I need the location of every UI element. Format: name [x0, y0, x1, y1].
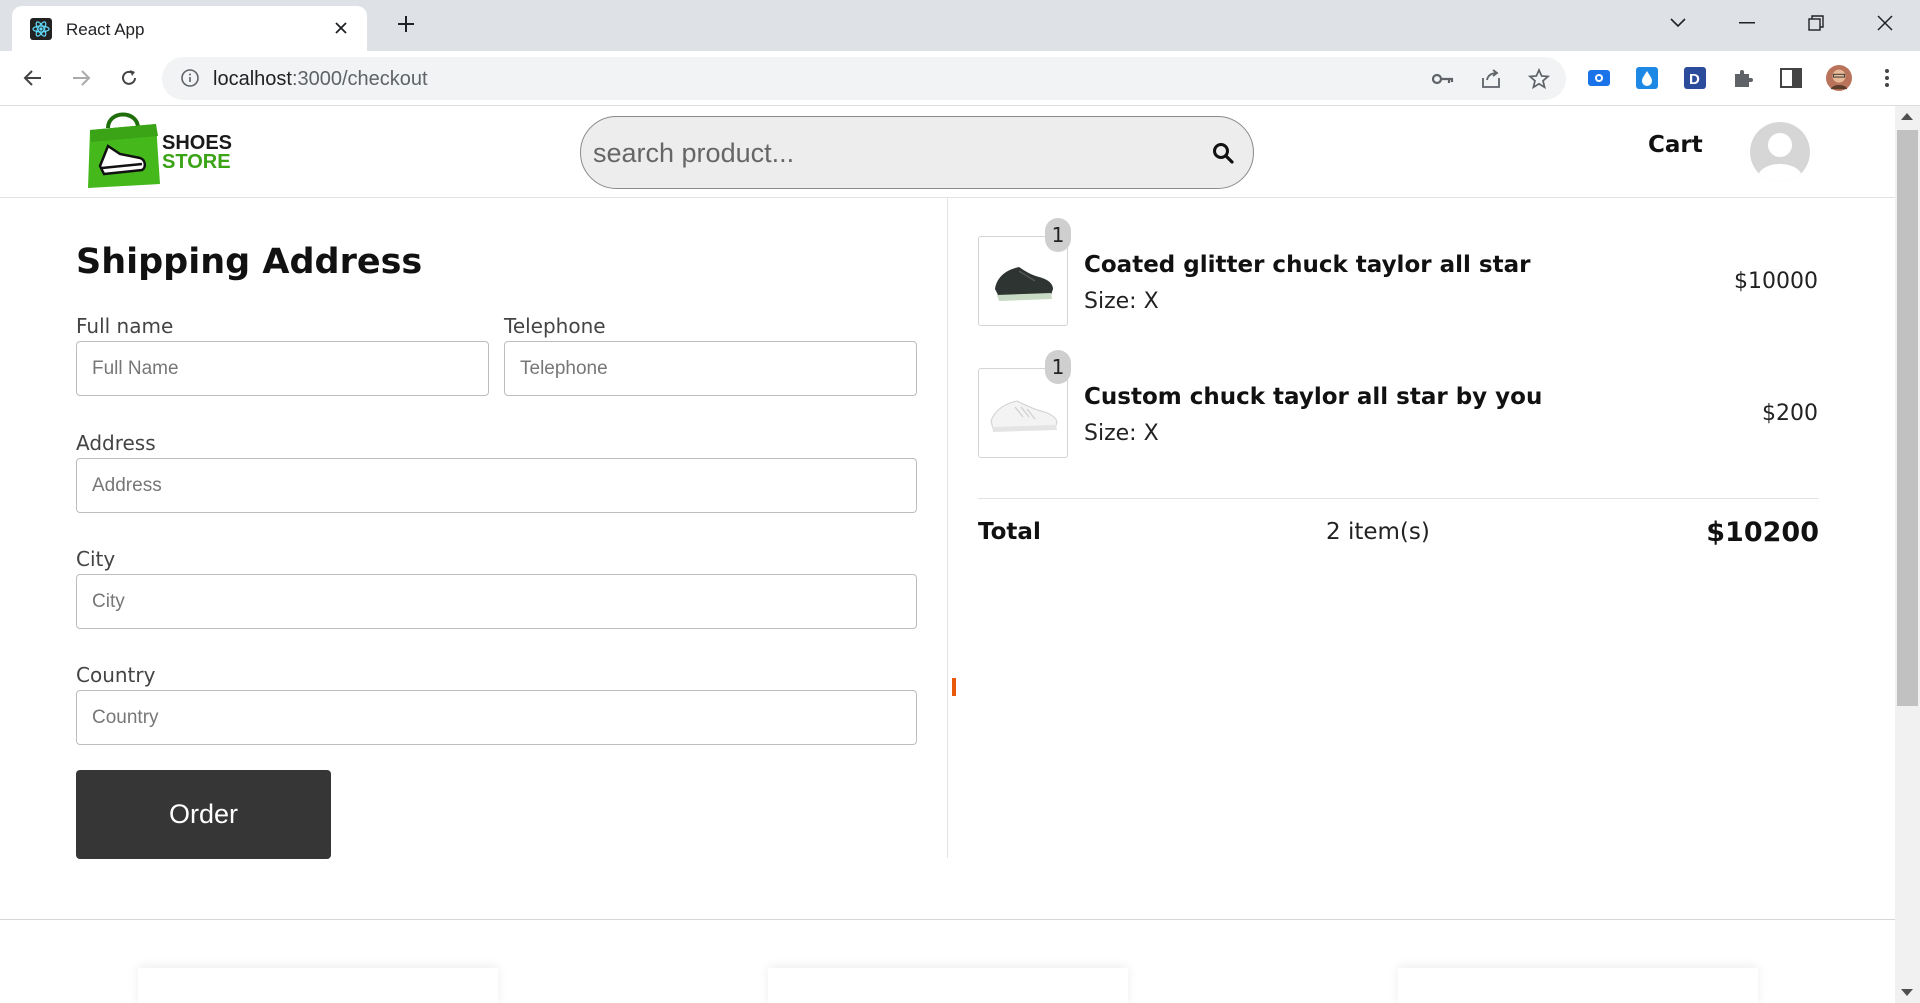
page-scrollbar[interactable]: [1895, 106, 1920, 1003]
tab-search-icon[interactable]: [1658, 8, 1698, 38]
total-item-count: 2 item(s): [1326, 519, 1430, 545]
chrome-menu-icon[interactable]: [1874, 65, 1900, 91]
product-price: $10000: [1734, 269, 1818, 294]
product-name: Custom chuck taylor all star by you: [1084, 384, 1543, 410]
address-field[interactable]: [76, 458, 917, 513]
bookmark-star-icon[interactable]: [1526, 66, 1552, 92]
telephone-field[interactable]: [504, 341, 917, 396]
address-label: Address: [76, 431, 156, 455]
total-label: Total: [978, 519, 1041, 545]
summary-divider: [978, 498, 1819, 499]
city-field[interactable]: [76, 574, 917, 629]
total-amount: $10200: [1706, 517, 1819, 548]
close-window-icon[interactable]: [1865, 8, 1905, 38]
country-label: Country: [76, 663, 156, 687]
store-logo[interactable]: SHOES STORE: [86, 106, 236, 192]
product-price: $200: [1762, 401, 1818, 426]
share-icon[interactable]: [1478, 66, 1504, 92]
cart-item: 1 Coated glitter chuck taylor all star S…: [978, 218, 1818, 328]
minimize-icon[interactable]: [1727, 8, 1767, 38]
shopping-bag-logo-icon: [88, 112, 160, 188]
side-panel-icon[interactable]: [1778, 65, 1804, 91]
footer-section: [0, 919, 1895, 1003]
address-bar[interactable]: localhost:3000/checkout: [162, 57, 1566, 100]
svg-text:D: D: [1689, 71, 1700, 88]
browser-toolbar: localhost:3000/checkout D: [0, 51, 1920, 106]
d-extension-icon[interactable]: D: [1682, 65, 1708, 91]
site-header: SHOES STORE Cart: [0, 106, 1895, 198]
product-name: Coated glitter chuck taylor all star: [1084, 252, 1531, 278]
user-icon: [1758, 133, 1802, 182]
resize-handle[interactable]: [952, 678, 956, 696]
restore-icon[interactable]: [1796, 8, 1836, 38]
search-icon[interactable]: [1209, 139, 1237, 167]
new-tab-button[interactable]: [390, 12, 422, 40]
user-avatar[interactable]: [1750, 122, 1810, 182]
browser-tab[interactable]: React App: [12, 6, 367, 51]
profile-avatar-icon[interactable]: [1826, 65, 1852, 91]
quantity-badge: 1: [1045, 218, 1071, 252]
country-field[interactable]: [76, 690, 917, 745]
quantity-badge: 1: [1045, 350, 1071, 384]
scrollbar-thumb[interactable]: [1897, 130, 1918, 706]
logo-text: SHOES STORE: [162, 132, 233, 173]
product-size: Size: X: [1084, 289, 1159, 314]
cart-link[interactable]: Cart: [1648, 132, 1703, 158]
fullname-field[interactable]: [76, 341, 489, 396]
forward-icon[interactable]: [64, 61, 98, 95]
search-bar: [580, 116, 1254, 189]
product-size: Size: X: [1084, 421, 1159, 446]
search-input[interactable]: [593, 131, 1173, 175]
url-text: localhost:3000/checkout: [213, 68, 428, 90]
tab-title: React App: [66, 20, 145, 39]
order-button[interactable]: Order: [76, 770, 331, 859]
key-icon[interactable]: [1430, 66, 1456, 92]
browser-tab-strip: React App: [0, 0, 1920, 51]
telephone-label: Telephone: [504, 314, 606, 338]
city-label: City: [76, 547, 116, 571]
footer-card: [768, 968, 1128, 1003]
shipping-form: Shipping Address Full name Telephone Add…: [0, 198, 948, 859]
reload-icon[interactable]: [112, 61, 146, 95]
back-icon[interactable]: [16, 61, 50, 95]
scroll-down-arrow-icon[interactable]: [1901, 989, 1913, 996]
cart-item: 1 Custom chuck taylor all star by you Si…: [978, 350, 1818, 460]
page-title: Shipping Address: [76, 242, 423, 282]
footer-card: [1398, 968, 1758, 1003]
screenshot-extension-icon[interactable]: [1586, 65, 1612, 91]
site-info-icon[interactable]: [180, 68, 200, 88]
extensions-puzzle-icon[interactable]: [1730, 65, 1756, 91]
close-tab-icon[interactable]: [329, 16, 353, 40]
fullname-label: Full name: [76, 314, 174, 338]
page-content: SHOES STORE Cart Shipping Address Full n…: [0, 106, 1895, 1003]
footer-card: [138, 968, 498, 1003]
react-icon: [30, 18, 52, 40]
scroll-up-arrow-icon[interactable]: [1901, 113, 1913, 120]
drop-extension-icon[interactable]: [1634, 65, 1660, 91]
